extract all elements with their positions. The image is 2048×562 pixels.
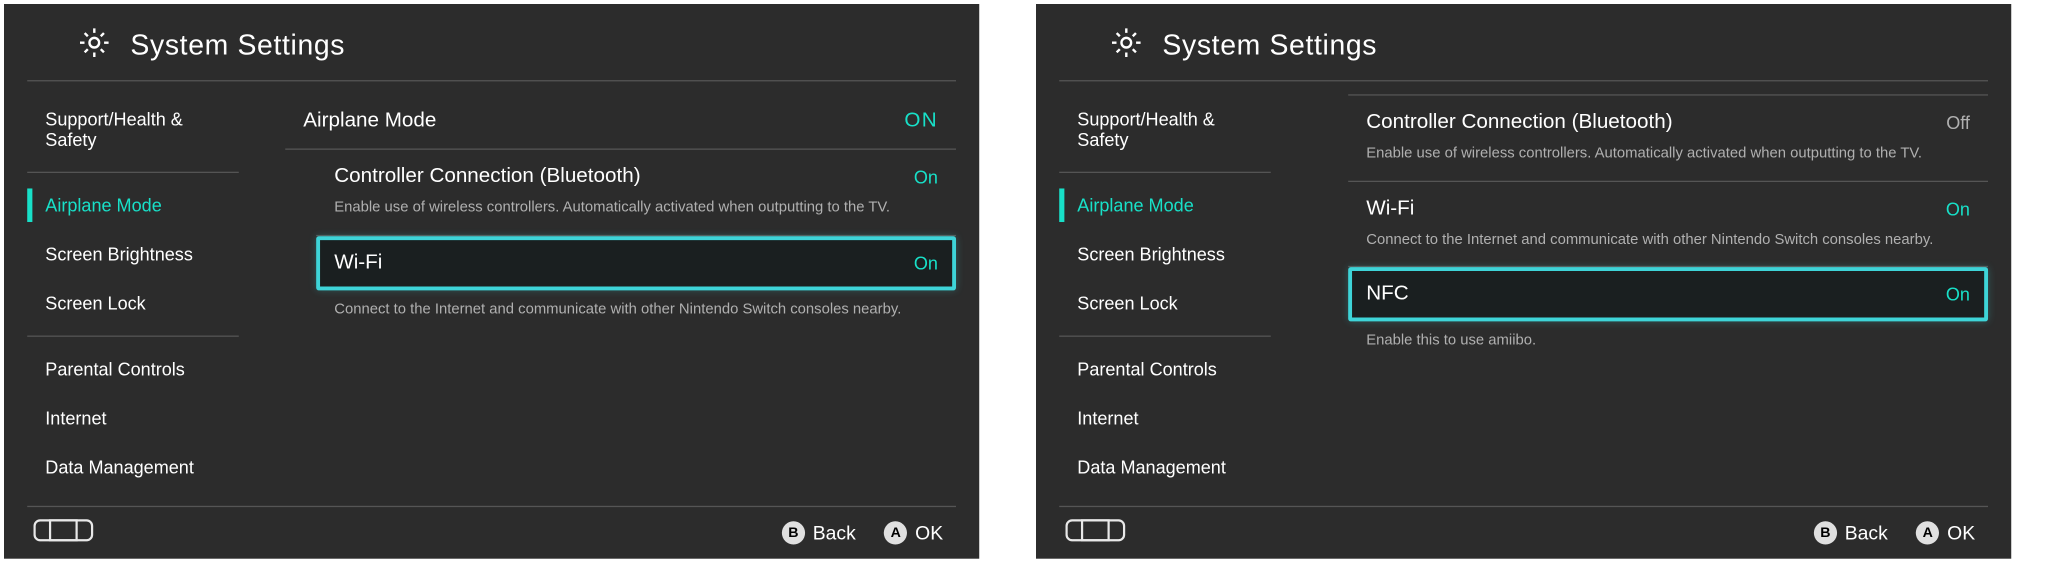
header: System Settings <box>1059 4 1988 81</box>
b-button-icon: B <box>1814 521 1837 544</box>
back-label: Back <box>1845 522 1888 544</box>
ok-button[interactable]: A OK <box>884 521 943 544</box>
sidebar-item-airplane-mode[interactable]: Airplane Mode <box>27 181 239 230</box>
setting-controller-bluetooth[interactable]: Controller Connection (Bluetooth) On Ena… <box>316 150 956 236</box>
sidebar-item-screen-brightness[interactable]: Screen Brightness <box>27 230 239 279</box>
setting-value: On <box>914 167 938 188</box>
ok-label: OK <box>1947 522 1975 544</box>
sidebar-item-support[interactable]: Support/Health & Safety <box>27 94 239 164</box>
setting-description: Enable use of wireless controllers. Auto… <box>1366 145 1970 165</box>
setting-label: Wi-Fi <box>334 251 382 274</box>
setting-value: ON <box>904 110 938 133</box>
setting-description: Enable use of wireless controllers. Auto… <box>334 199 938 219</box>
sidebar-divider <box>27 336 239 337</box>
sidebar-item-parental-controls[interactable]: Parental Controls <box>27 345 239 394</box>
sidebar-item-internet[interactable]: Internet <box>1059 394 1271 443</box>
sidebar-item-internet[interactable]: Internet <box>27 394 239 443</box>
sidebar-item-screen-brightness[interactable]: Screen Brightness <box>1059 230 1271 279</box>
back-button[interactable]: B Back <box>1814 521 1888 544</box>
setting-value: Off <box>1946 112 1970 133</box>
sidebar-item-airplane-mode[interactable]: Airplane Mode <box>1059 181 1271 230</box>
page-title: System Settings <box>130 28 345 62</box>
setting-description: Enable this to use amiibo. <box>1366 332 1970 352</box>
sidebar: Support/Health & Safety Airplane Mode Sc… <box>4 81 262 505</box>
gear-icon <box>76 25 112 65</box>
controller-icon <box>32 517 94 548</box>
sidebar-item-screen-lock[interactable]: Screen Lock <box>1059 279 1271 328</box>
sidebar-item-support[interactable]: Support/Health & Safety <box>1059 94 1271 164</box>
setting-description: Connect to the Internet and communicate … <box>1366 230 1970 250</box>
setting-description: Connect to the Internet and communicate … <box>334 300 938 320</box>
gear-icon <box>1108 25 1144 65</box>
setting-value: On <box>1946 198 1970 219</box>
a-button-icon: A <box>1916 521 1939 544</box>
controller-icon <box>1064 517 1126 548</box>
setting-nfc[interactable]: NFC On <box>1348 267 1988 321</box>
setting-label: Wi-Fi <box>1366 197 1414 220</box>
setting-controller-bluetooth[interactable]: Controller Connection (Bluetooth) Off En… <box>1348 94 1988 181</box>
sidebar-divider <box>1059 172 1271 173</box>
setting-label: Airplane Mode <box>303 110 436 133</box>
sidebar-item-data-management[interactable]: Data Management <box>1059 443 1271 492</box>
a-button-icon: A <box>884 521 907 544</box>
sidebar-item-screen-lock[interactable]: Screen Lock <box>27 279 239 328</box>
footer: B Back A OK <box>1059 506 1988 559</box>
ok-label: OK <box>915 522 943 544</box>
content-panel[interactable]: Airplane Mode ON Controller Connection (… <box>262 81 979 505</box>
setting-airplane-mode[interactable]: Airplane Mode ON <box>285 94 956 149</box>
footer: B Back A OK <box>27 506 956 559</box>
header: System Settings <box>27 4 956 81</box>
footer-controls: B Back A OK <box>782 521 943 544</box>
setting-label: Controller Connection (Bluetooth) <box>334 165 640 188</box>
setting-wifi[interactable]: Wi-Fi On <box>316 236 956 290</box>
footer-controls: B Back A OK <box>1814 521 1975 544</box>
sidebar-item-parental-controls[interactable]: Parental Controls <box>1059 345 1271 394</box>
page-title: System Settings <box>1162 28 1377 62</box>
switch-screen-left: System Settings Support/Health & Safety … <box>4 4 979 559</box>
body: Support/Health & Safety Airplane Mode Sc… <box>1036 81 2011 505</box>
sidebar-divider <box>27 172 239 173</box>
ok-button[interactable]: A OK <box>1916 521 1975 544</box>
back-button[interactable]: B Back <box>782 521 856 544</box>
setting-value: On <box>914 252 938 273</box>
setting-wifi[interactable]: Wi-Fi On Connect to the Internet and com… <box>1348 181 1988 267</box>
sidebar-item-data-management[interactable]: Data Management <box>27 443 239 492</box>
content-panel[interactable]: Controller Connection (Bluetooth) Off En… <box>1294 81 2011 505</box>
back-label: Back <box>813 522 856 544</box>
setting-label: NFC <box>1366 283 1408 306</box>
switch-screen-right: System Settings Support/Health & Safety … <box>1036 4 2011 559</box>
b-button-icon: B <box>782 521 805 544</box>
setting-value: On <box>1946 284 1970 305</box>
body: Support/Health & Safety Airplane Mode Sc… <box>4 81 979 505</box>
setting-label: Controller Connection (Bluetooth) <box>1366 111 1672 134</box>
sidebar-divider <box>1059 336 1271 337</box>
sidebar: Support/Health & Safety Airplane Mode Sc… <box>1036 81 1294 505</box>
